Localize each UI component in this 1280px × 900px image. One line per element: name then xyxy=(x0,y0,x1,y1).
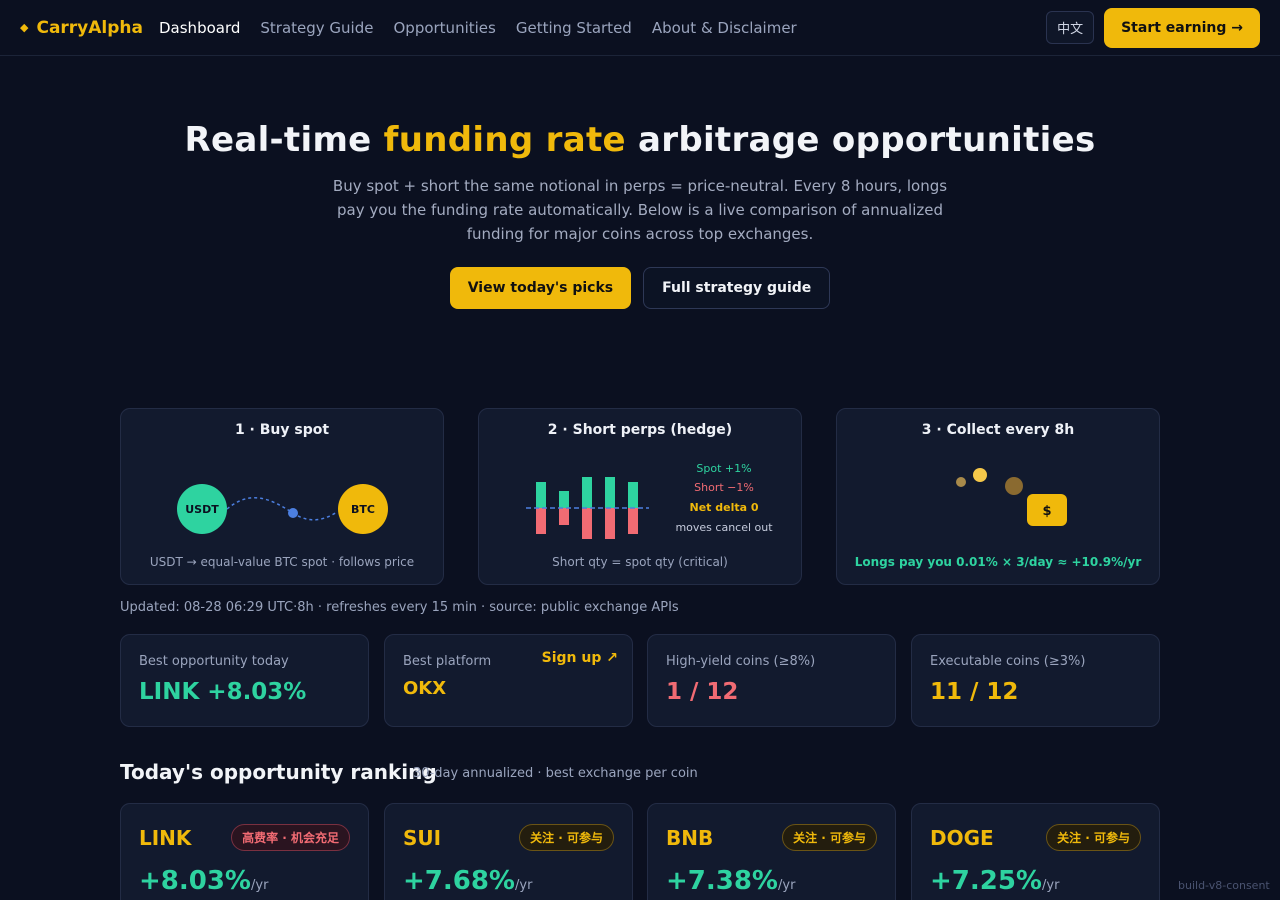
ranking-subtitle: 30-day annualized · best exchange per co… xyxy=(413,766,698,781)
nav-link-about[interactable]: About & Disclaimer xyxy=(652,19,797,37)
step-card-buy-spot: 1 · Buy spot USDT BTC USDT → equal-value… xyxy=(120,408,444,585)
status-badge: 关注 · 可参与 xyxy=(1046,824,1141,851)
legend-net-delta: Net delta 0 xyxy=(689,501,758,514)
coin-rate-unit: /yr xyxy=(1042,878,1060,893)
coin-name: BNB xyxy=(666,826,714,850)
coin-card-bnb[interactable]: BNB 关注 · 可参与 +7.38%/yr xyxy=(647,803,896,900)
start-earning-button[interactable]: Start earning → xyxy=(1104,7,1260,48)
brand-name: CarryAlpha xyxy=(36,17,143,38)
legend-spot: Spot +1% xyxy=(696,462,751,475)
status-badge: 高费率 · 机会充足 xyxy=(231,824,350,851)
spot-bar xyxy=(605,477,615,508)
diamond-icon: ◆ xyxy=(20,21,29,34)
step-caption: Longs pay you 0.01% × 3/day ≈ +10.9%/yr xyxy=(854,555,1142,569)
strategy-guide-button[interactable]: Full strategy guide xyxy=(643,267,831,309)
spot-bar xyxy=(582,477,592,508)
flow-dot xyxy=(288,508,298,518)
stat-label: Best opportunity today xyxy=(139,654,289,669)
coin-rate-unit: /yr xyxy=(778,878,796,893)
coin-rate-value: +7.38% xyxy=(666,866,778,896)
stat-label: High-yield coins (≥8%) xyxy=(666,654,816,669)
legend-moves: moves cancel out xyxy=(675,521,773,534)
short-bar xyxy=(605,508,615,539)
coin-name: SUI xyxy=(403,826,442,850)
dollar-sign: $ xyxy=(1042,504,1051,519)
stat-card-high-yield: High-yield coins (≥8%) 1 / 12 xyxy=(647,634,896,727)
coin-rate: +7.38%/yr xyxy=(666,866,795,896)
coin-rate-value: +7.25% xyxy=(930,866,1042,896)
short-bar xyxy=(536,508,546,534)
coin-rate-unit: /yr xyxy=(251,878,269,893)
nav-link-dashboard[interactable]: Dashboard xyxy=(159,19,240,37)
short-bar xyxy=(582,508,592,539)
step-card-short-perps: 2 · Short perps (hedge) Spot +1% Short −… xyxy=(478,408,802,585)
update-status: Updated: 08-28 06:29 UTC·8h · refreshes … xyxy=(120,600,679,615)
stat-label: Best platform xyxy=(403,654,492,669)
nav-links: Dashboard Strategy Guide Opportunities G… xyxy=(159,19,797,37)
step-caption: USDT → equal-value BTC spot · follows pr… xyxy=(149,555,415,569)
coin-rate-value: +7.68% xyxy=(403,866,515,896)
spot-bar xyxy=(628,482,638,508)
hero-title-highlight: funding rate xyxy=(383,120,626,160)
coin-icon xyxy=(1005,477,1023,495)
stat-card-best-platform: Best platform OKX Sign up ↗ xyxy=(384,634,633,727)
top-nav: ◆ CarryAlpha Dashboard Strategy Guide Op… xyxy=(0,0,1280,56)
stat-card-executable: Executable coins (≥3%) 11 / 12 xyxy=(911,634,1160,727)
legend-short: Short −1% xyxy=(694,481,754,494)
spot-bar xyxy=(559,491,569,508)
view-picks-button[interactable]: View today's picks xyxy=(449,267,632,309)
coin-card-sui[interactable]: SUI 关注 · 可参与 +7.68%/yr xyxy=(384,803,633,900)
short-bar xyxy=(628,508,638,534)
short-bar xyxy=(559,508,569,525)
nav-link-getting-started[interactable]: Getting Started xyxy=(516,19,632,37)
brand-logo[interactable]: ◆ CarryAlpha xyxy=(20,18,143,38)
hero-title-pre: Real-time xyxy=(184,120,384,160)
short-bars xyxy=(536,508,638,539)
coin-rate: +7.25%/yr xyxy=(930,866,1059,896)
stat-card-best-opportunity: Best opportunity today LINK +8.03% xyxy=(120,634,369,727)
hero-title: Real-time funding rate arbitrage opportu… xyxy=(0,120,1280,160)
sign-up-link[interactable]: Sign up ↗ xyxy=(542,650,618,666)
coin-rate-unit: /yr xyxy=(515,878,533,893)
coin-name: LINK xyxy=(139,826,192,850)
coin-icon xyxy=(973,468,987,482)
status-badge: 关注 · 可参与 xyxy=(782,824,877,851)
stat-value: LINK +8.03% xyxy=(139,679,307,705)
coin-card-doge[interactable]: DOGE 关注 · 可参与 +7.25%/yr xyxy=(911,803,1160,900)
ranking-title: Today's opportunity ranking xyxy=(120,760,437,784)
language-toggle-button[interactable]: 中文 xyxy=(1046,11,1095,44)
step-card-collect: 3 · Collect every 8h $ Longs pay you 0.0… xyxy=(836,408,1160,585)
coin-card-link[interactable]: LINK 高费率 · 机会充足 +8.03%/yr xyxy=(120,803,369,900)
build-label: build-v8-consent xyxy=(1178,879,1270,892)
spot-bars xyxy=(536,477,638,508)
hero-subtitle: Buy spot + short the same notional in pe… xyxy=(332,177,948,243)
flow-path xyxy=(226,497,338,521)
btc-label: BTC xyxy=(351,503,375,516)
step-caption: Short qty = spot qty (critical) xyxy=(552,555,728,569)
stat-value: 1 / 12 xyxy=(666,679,739,705)
coin-rate-value: +8.03% xyxy=(139,866,251,896)
hero-title-post: arbitrage opportunities xyxy=(625,120,1096,160)
coin-rate: +7.68%/yr xyxy=(403,866,532,896)
coin-rate: +8.03%/yr xyxy=(139,866,268,896)
coin-icon xyxy=(956,477,966,487)
status-badge: 关注 · 可参与 xyxy=(519,824,614,851)
nav-link-opportunities[interactable]: Opportunities xyxy=(393,19,495,37)
stat-value: 11 / 12 xyxy=(930,679,1019,705)
coin-name: DOGE xyxy=(930,826,994,850)
spot-bar xyxy=(536,482,546,508)
stat-value: OKX xyxy=(403,678,447,699)
usdt-label: USDT xyxy=(185,503,219,516)
stat-label: Executable coins (≥3%) xyxy=(930,654,1086,669)
nav-link-strategy-guide[interactable]: Strategy Guide xyxy=(260,19,373,37)
